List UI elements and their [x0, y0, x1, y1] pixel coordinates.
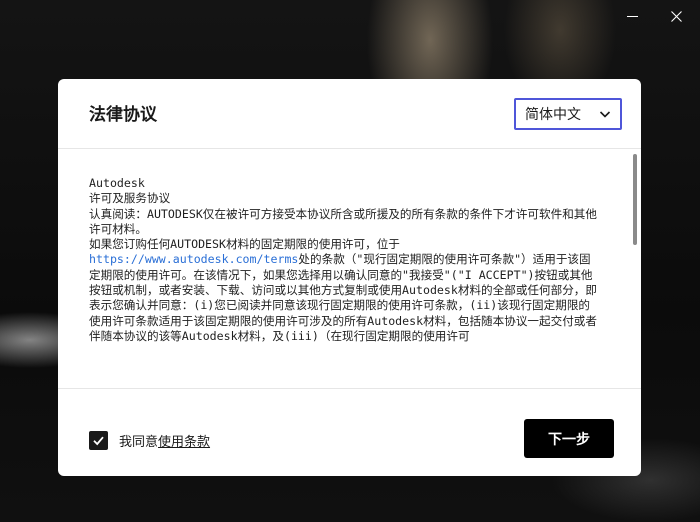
terms-of-use-link[interactable]: 使用条款: [158, 435, 210, 450]
legal-text: Autodesk 许可及服务协议 认真阅读：AUTODESK仅在被许可方接受本协…: [89, 176, 597, 388]
agree-label-prefix: 我同意: [119, 434, 159, 450]
next-button[interactable]: 下一步: [524, 419, 614, 458]
terms-url-link[interactable]: https://www.autodesk.com/terms: [89, 252, 298, 266]
language-select[interactable]: 简体中文: [514, 98, 622, 130]
agree-checkbox[interactable]: [89, 430, 108, 450]
legal-body: 如果您订购任何AUTODESK材料的固定期限的使用许可，位于https://ww…: [89, 237, 597, 344]
dialog-footer: 我同意使用条款 下一步: [58, 388, 641, 476]
minimize-icon: [626, 15, 638, 17]
legal-body-before-link: 如果您订购任何AUTODESK材料的固定期限的使用许可，位于: [89, 237, 400, 252]
close-button[interactable]: [656, 0, 696, 32]
legal-heading: 许可及服务协议: [89, 191, 171, 206]
minimize-button[interactable]: [612, 0, 652, 32]
legal-company: Autodesk: [89, 176, 145, 190]
legal-text-scrollbar[interactable]: [632, 150, 640, 388]
language-select-value: 简体中文: [525, 107, 581, 123]
dialog-header: 法律协议 简体中文: [58, 79, 641, 149]
scrollbar-thumb[interactable]: [633, 154, 637, 245]
agree-row: 我同意使用条款: [89, 429, 210, 451]
close-icon: [670, 10, 682, 22]
dialog-title: 法律协议: [89, 105, 157, 125]
legal-notice: 认真阅读：AUTODESK仅在被许可方接受本协议所含或所援及的所有条款的条件下才…: [89, 206, 597, 236]
agree-label: 我同意使用条款: [119, 431, 210, 450]
legal-agreement-dialog: 法律协议 简体中文 Autodesk 许可及服务协议 认真阅读：AUTODESK…: [58, 79, 641, 476]
chevron-down-icon: [599, 111, 611, 118]
window-titlebar: [0, 0, 700, 32]
checkmark-icon: [93, 436, 104, 445]
